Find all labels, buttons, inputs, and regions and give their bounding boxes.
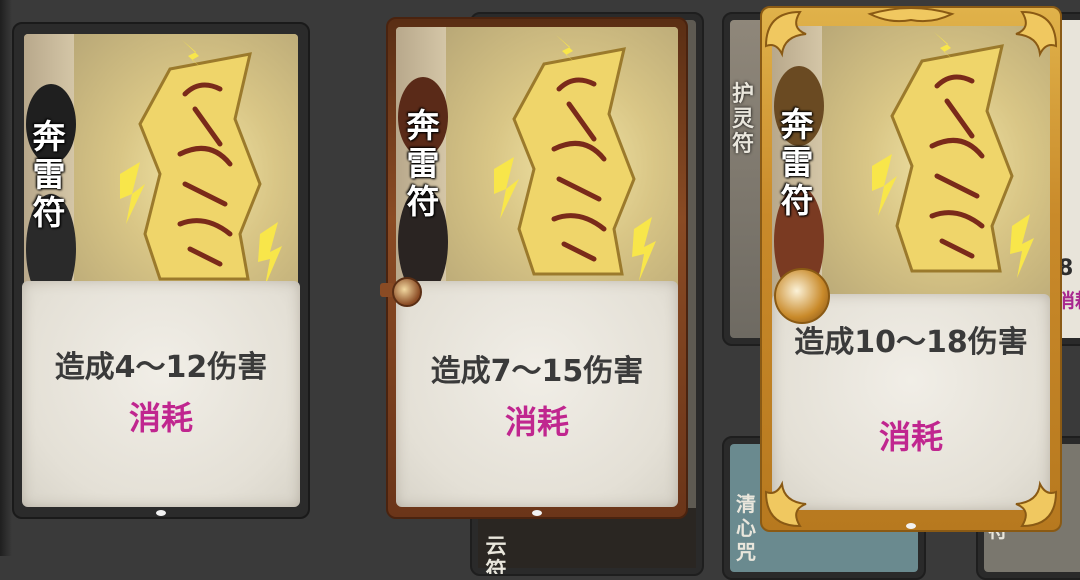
ornate-corner-icon <box>764 7 1058 528</box>
card-ben-lei-fu-level-2[interactable]: 奔雷符 造成7～15伤害 消耗 <box>380 17 688 519</box>
talisman-paper-icon <box>120 40 282 286</box>
card-description-panel: 造成7～15伤害 消耗 <box>396 281 678 507</box>
left-edge-card-sliver <box>0 0 12 556</box>
partial-title-qing-xin: 清心咒 <box>736 492 756 564</box>
partial-title-yun: 云符 <box>485 534 507 576</box>
background-card-title: 护灵符 <box>731 82 754 157</box>
card-description-panel: 造成4～12伤害 消耗 <box>22 281 300 507</box>
card-effect-text: 造成7～15伤害 <box>430 354 644 389</box>
card-consume-tag: 消耗 <box>128 399 193 437</box>
card-ben-lei-fu-level-3[interactable]: 奔雷符 造成10～18伤害 消耗 <box>760 6 1062 532</box>
card-title: 奔雷符 <box>406 106 440 221</box>
card-effect-text: 造成4～12伤害 <box>54 350 268 385</box>
card-gem-ornament <box>380 275 422 307</box>
card-consume-tag: 消耗 <box>504 403 569 441</box>
talisman-paper-icon <box>494 35 656 281</box>
card-ben-lei-fu-level-1[interactable]: 奔雷符 造成4～12伤害 消耗 <box>12 22 310 519</box>
card-indicator-dot <box>532 510 542 516</box>
card-indicator-dot <box>156 510 166 516</box>
card-title: 奔雷符 <box>32 117 66 232</box>
